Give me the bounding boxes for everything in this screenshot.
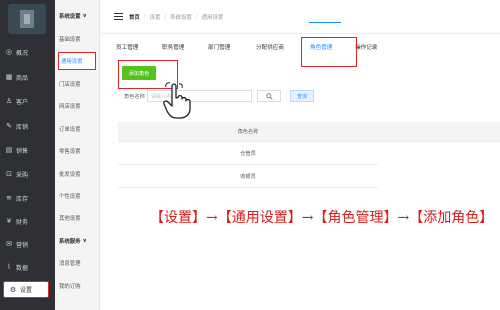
settings-tabs: 员工管理 职务管理 部门管理 分配供应商 角色管理 操作记录	[100, 34, 500, 60]
yen-icon: ¥	[6, 217, 12, 225]
nav-item-data[interactable]: ⌇ 数据	[0, 257, 55, 277]
role-management-highlight-box	[301, 37, 357, 67]
tab-position-management[interactable]: 职务管理	[162, 43, 184, 51]
submenu-header-system-services[interactable]: 系统服务 ∨	[55, 232, 100, 250]
pointer-hand-icon	[163, 82, 191, 119]
nav-label: 商品	[16, 74, 29, 82]
table-cell-role-name: 仓管员	[240, 150, 256, 157]
query-button[interactable]: 查询	[290, 90, 314, 102]
pen-icon: ✎	[6, 122, 12, 130]
search-icon[interactable]	[257, 90, 281, 102]
instruction-text: 【设置】→【通用设置】→【角色管理】→【添加角色】	[150, 210, 494, 226]
nav-item-products[interactable]: ▦ 商品	[0, 67, 55, 87]
tab-department-management[interactable]: 部门管理	[208, 43, 230, 51]
nav-label: 采购	[16, 171, 29, 179]
nav-item-stock-sales[interactable]: ✎ 库销	[0, 116, 55, 136]
settings-submenu: 系统设置 ∨ 基础设置 通用设置 门店设置 网店设置 订单设置 零售设置 批发设…	[55, 0, 100, 310]
nav-label: 财务	[16, 218, 29, 226]
submenu-item-message-management[interactable]: 消息管理	[55, 254, 100, 272]
chevron-down-icon: ∨	[82, 13, 87, 19]
breadcrumb-item-settings[interactable]: 设置	[150, 13, 161, 21]
table-row[interactable]: 仓管员	[118, 142, 378, 165]
breadcrumb-separator: /	[143, 13, 146, 20]
document-icon: ▤	[5, 146, 13, 154]
submenu-item-store-settings[interactable]: 门店设置	[55, 75, 100, 93]
nav-item-customers[interactable]: ♙ 客户	[0, 91, 55, 111]
table-row[interactable]: 收银员	[118, 165, 378, 188]
nav-label: 营销	[16, 241, 29, 249]
nav-item-overview[interactable]: ◎ 概况	[0, 42, 55, 62]
menu-toggle-icon[interactable]	[114, 12, 123, 21]
grid-icon: ▦	[5, 73, 13, 81]
user-icon: ♙	[5, 97, 13, 105]
submenu-item-retail-settings[interactable]: 零售设置	[55, 142, 100, 160]
table-cell-role-name: 收银员	[240, 173, 256, 180]
active-tab-indicator	[309, 22, 341, 24]
tab-assign-suppliers[interactable]: 分配供应商	[256, 43, 284, 51]
breadcrumb-separator: /	[164, 13, 167, 20]
breadcrumb-home[interactable]: 首页	[129, 13, 140, 21]
stack-icon: ≋	[6, 194, 12, 202]
role-name-label: 角色名称	[124, 94, 145, 100]
table-header: 角色名称	[118, 122, 500, 142]
submenu-item-my-subscriptions[interactable]: 我的订购	[55, 277, 100, 295]
column-header-role-name: 角色名称	[237, 129, 259, 135]
submenu-item-online-store-settings[interactable]: 网店设置	[55, 97, 100, 115]
breadcrumb-item-system-settings[interactable]: 系统设置	[170, 13, 192, 21]
submenu-item-general-settings[interactable]: 通用设置	[58, 52, 96, 70]
main-sidebar: ◎ 概况 ▦ 商品 ♙ 客户 ✎ 库销 ▤ 销售 ⊡ 采购 ≋ 库存 ¥ 财务 …	[0, 0, 55, 310]
nav-label: 库存	[16, 195, 29, 203]
add-role-button[interactable]: 添加角色	[122, 66, 156, 80]
submenu-item-order-settings[interactable]: 订单设置	[55, 120, 100, 138]
submenu-item-other-settings[interactable]: 其他设置	[55, 209, 100, 227]
box-icon: ⊡	[6, 170, 12, 178]
app-logo	[8, 4, 46, 34]
nav-item-marketing[interactable]: ✉ 营销	[0, 234, 55, 254]
nav-item-purchase[interactable]: ⊡ 采购	[0, 164, 55, 184]
nav-label: 销售	[16, 147, 29, 155]
chart-icon: ⌇	[7, 263, 11, 271]
nav-item-settings[interactable]: ⚙ 设置	[3, 281, 49, 298]
nav-label: 数据	[16, 264, 29, 272]
tab-operation-log[interactable]: 操作记录	[355, 43, 377, 51]
dashboard-icon: ◎	[5, 48, 13, 56]
gear-icon: ⚙	[9, 285, 17, 294]
nav-label: 库销	[16, 123, 29, 131]
submenu-header-system-settings[interactable]: 系统设置 ∨	[55, 7, 100, 25]
breadcrumb-item-general-settings: 通用设置	[201, 14, 224, 21]
gift-icon: ✉	[6, 240, 12, 248]
nav-item-sales[interactable]: ▤ 销售	[0, 140, 55, 160]
tab-employee-management[interactable]: 员工管理	[116, 43, 138, 51]
nav-item-inventory[interactable]: ≋ 库存	[0, 188, 55, 208]
submenu-item-wholesale-settings[interactable]: 批发设置	[55, 165, 100, 183]
chevron-down-icon: ∨	[82, 238, 87, 244]
nav-item-finance[interactable]: ¥ 财务	[0, 211, 55, 231]
nav-label: 概况	[16, 49, 29, 57]
role-table: 角色名称 仓管员 收银员	[118, 122, 500, 188]
nav-label: 设置	[20, 287, 33, 294]
nav-label: 客户	[16, 98, 29, 106]
breadcrumb-separator: /	[195, 13, 198, 20]
breadcrumb: 首页 / 设置 / 系统设置 / 通用设置	[100, 0, 500, 34]
submenu-item-custom-settings[interactable]: 个性设置	[55, 187, 100, 205]
submenu-item-basic-settings[interactable]: 基础设置	[55, 30, 100, 48]
